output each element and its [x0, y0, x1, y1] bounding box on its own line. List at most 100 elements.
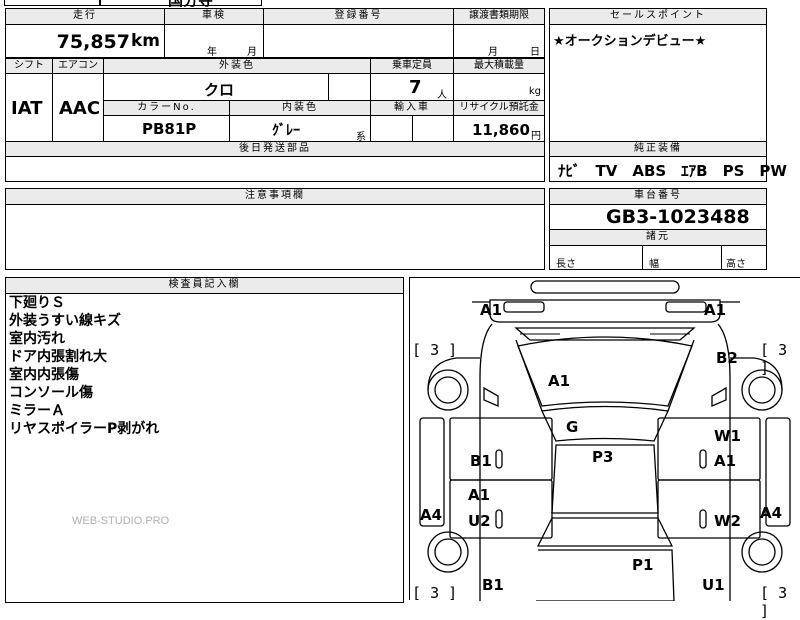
import-header: 輸入車	[370, 100, 454, 116]
note-line: リヤスポイラーP剥がれ	[9, 421, 160, 437]
width-label: 幅	[649, 259, 659, 270]
mark-left-rear-door-a1: A1	[468, 486, 491, 504]
interior-value: ｸﾞﾚｰ	[272, 123, 300, 139]
aircon-header: エアコン	[52, 58, 104, 74]
later-parts-header: 後日発送部品	[5, 141, 545, 157]
transfer-month: 月	[488, 47, 498, 58]
transfer-day: 日	[530, 47, 540, 58]
note-line: 下廻りＳ	[9, 295, 65, 311]
watermark: WEB-STUDIO.PRO	[72, 515, 170, 527]
color-no-value: PB81P	[142, 120, 197, 138]
color-no-header: カラーNo.	[103, 100, 230, 116]
note-line: 室内汚れ	[9, 331, 65, 347]
inspector-notes: 下廻りＳ 外装うすい線キズ 室内汚れ ドア内張割れ大 室内内張傷 コンソール傷 …	[9, 294, 159, 438]
max-load-header: 最大積載量	[453, 58, 545, 74]
inspection-month: 月	[247, 47, 257, 58]
shift-header: シフト	[5, 58, 53, 74]
recycle-header: リサイクル預託金	[453, 100, 545, 116]
interior-cell: ｸﾞﾚｰ 系	[229, 115, 371, 143]
right-rear-bracket: [ 3 ]	[760, 584, 788, 620]
mark-right-rear-door: W2	[714, 512, 741, 530]
mark-right-fender: B2	[716, 349, 738, 367]
chassis-header: 車台番号	[549, 188, 767, 205]
left-rear-bracket: [ 3 ]	[412, 584, 458, 602]
note-line: 室内内張傷	[9, 367, 79, 383]
mark-right-sill: A4	[760, 504, 783, 522]
mark-left-sill: A4	[420, 506, 443, 524]
inspection-cell: 年 月	[164, 24, 264, 58]
inspector-notes-cell: 下廻りＳ 外装うすい線キズ 室内汚れ ドア内張割れ大 室内内張傷 コンソール傷 …	[5, 293, 404, 603]
transfer-cell: 月 日	[453, 24, 545, 58]
import-cell-a	[370, 115, 413, 142]
registration-cell	[263, 24, 454, 58]
bracket-value: 3	[778, 584, 788, 602]
mark-hood: A1	[548, 372, 571, 390]
note-line: ミラーＡ	[9, 403, 65, 419]
max-load-unit: kg	[528, 86, 541, 97]
dimensions-header: 諸元	[549, 229, 767, 246]
length-cell: 長さ	[549, 245, 643, 270]
chassis-value: GB3-1023488	[606, 206, 750, 228]
mark-left-rear-door-u2: U2	[468, 512, 491, 530]
interior-header: 内装色	[229, 100, 371, 116]
top-cut-text: 国分寺	[168, 0, 213, 8]
mark-right-front-door-w1: W1	[714, 427, 741, 445]
mileage-unit: km	[130, 31, 160, 51]
capacity-cell: 7 人	[370, 73, 454, 101]
note-line: コンソール傷	[9, 385, 93, 401]
note-line: ドア内張割れ大	[9, 349, 107, 365]
mileage-header: 走行	[5, 8, 165, 25]
caution-header: 注意事項欄	[5, 188, 545, 205]
mileage-value: 75,857	[56, 31, 130, 53]
shift-value: IAT	[11, 98, 43, 119]
length-label: 長さ	[556, 259, 576, 270]
mark-left-rear-quarter: B1	[482, 576, 504, 594]
note-line: 外装うすい線キズ	[9, 313, 121, 329]
mark-right-rear-quarter: U1	[702, 576, 725, 594]
mileage-cell: 75,857 km	[5, 24, 165, 58]
capacity-header: 乗車定員	[370, 58, 454, 74]
color-no-cell: PB81P	[103, 115, 230, 142]
exterior-cell: クロ	[103, 73, 329, 101]
sales-point-cell: ★オークションデビュー★	[549, 24, 767, 142]
mark-front-right: A1	[704, 301, 727, 319]
max-load-cell: kg	[453, 73, 545, 101]
bracket-value: 3	[430, 584, 440, 602]
capacity-value: 7	[409, 77, 422, 98]
bracket-value: 3	[430, 341, 440, 359]
registration-header: 登録番号	[263, 8, 454, 25]
import-cell-b	[412, 115, 454, 142]
mark-windshield: G	[566, 418, 579, 436]
width-cell: 幅	[642, 245, 722, 270]
recycle-cell: 11,860 円	[453, 115, 545, 142]
capacity-unit: 人	[437, 90, 447, 101]
transfer-header: 譲渡書類期限	[453, 8, 545, 25]
later-parts-cell	[5, 156, 545, 182]
left-front-bracket: [ 3 ]	[412, 341, 458, 359]
height-cell: 高さ	[721, 245, 767, 270]
mark-roof: P3	[592, 448, 614, 466]
height-label: 高さ	[726, 259, 746, 270]
mark-left-front-door: B1	[470, 452, 492, 470]
aircon-cell: AAC	[52, 73, 104, 142]
mark-right-front-door-a1: A1	[714, 452, 737, 470]
inspection-header: 車検	[164, 8, 264, 25]
mark-rear: P1	[632, 556, 654, 574]
exterior-header: 外装色	[103, 58, 371, 74]
equipment-value: ﾅﾋﾞ TV ABS ｴｱB PS PW	[558, 162, 787, 180]
car-diagram-svg	[419, 280, 791, 601]
right-front-bracket: [ 3 ]	[760, 341, 788, 377]
caution-cell	[5, 204, 545, 270]
sales-point-text: ★オークションデビュー★	[553, 34, 707, 49]
equipment-cell: ﾅﾋﾞ TV ABS ｴｱB PS PW	[549, 156, 787, 182]
inspector-header: 検査員記入欄	[5, 277, 404, 294]
recycle-value: 11,860	[472, 121, 530, 139]
aircon-value: AAC	[59, 98, 101, 119]
recycle-unit: 円	[531, 131, 541, 142]
chassis-cell: GB3-1023488	[549, 204, 767, 230]
inspection-year: 年	[207, 47, 217, 58]
exterior-extra-cell	[328, 73, 371, 101]
top-cut-strip: 国分寺	[0, 0, 800, 8]
exterior-value: クロ	[204, 81, 235, 99]
mark-front-left: A1	[480, 301, 503, 319]
